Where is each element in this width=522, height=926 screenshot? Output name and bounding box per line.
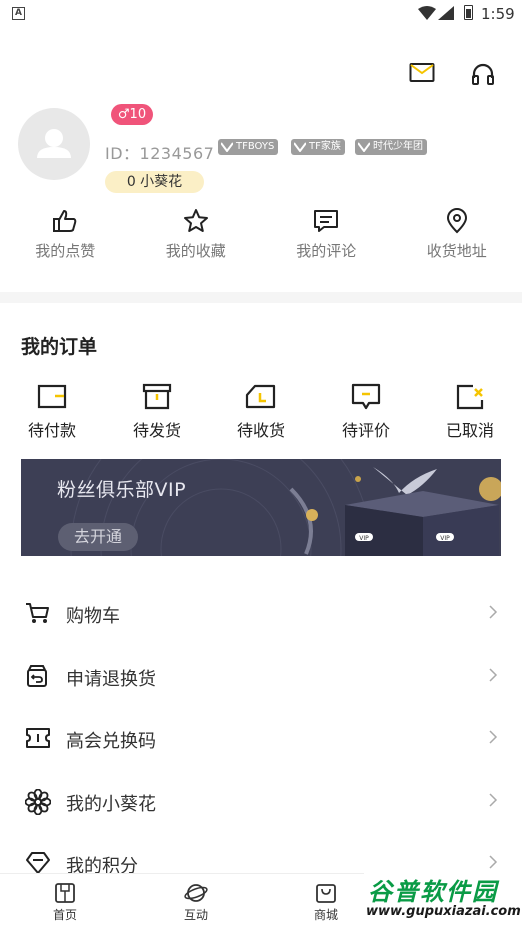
chevron-right-icon — [489, 605, 498, 619]
order-pending-shipment[interactable]: 待发货 — [125, 383, 189, 441]
gender-level-badge: ♂10 — [111, 104, 153, 125]
site-watermark: 谷普软件园 www.gupuxiazai.com — [364, 870, 522, 926]
signal-icon — [438, 6, 454, 20]
vip-club-banner[interactable]: VIP VIP 粉丝俱乐部VIP 去开通 — [21, 459, 501, 556]
menu-item-redeem-code[interactable]: 高会兑换码 — [0, 707, 522, 770]
avatar[interactable] — [18, 108, 90, 180]
message-envelope-icon[interactable] — [409, 62, 435, 84]
quick-label: 我的收藏 — [165, 242, 226, 260]
quick-label: 收货地址 — [426, 242, 487, 260]
review-icon — [351, 383, 381, 410]
nav-label: 商城 — [313, 908, 338, 922]
home-icon — [55, 883, 75, 903]
quick-address[interactable]: 收货地址 — [392, 208, 522, 270]
star-icon — [183, 209, 208, 232]
status-time: 1:59 — [481, 5, 515, 23]
service-menu: 购物车 申请退换货 高会兑换码 我的小葵花 我的积分 — [0, 582, 522, 895]
fan-tag-label: TF家族 — [309, 141, 341, 152]
fan-tag-label: 时代少年团 — [373, 141, 423, 152]
menu-item-sunflower[interactable]: 我的小葵花 — [0, 770, 522, 833]
battery-icon — [464, 5, 473, 20]
quick-comments[interactable]: 我的评论 — [261, 208, 392, 270]
v-badge-icon — [358, 142, 370, 152]
order-status-row: 待付款 待发货 待收货 待评价 已取消 — [0, 383, 522, 443]
box-icon — [142, 383, 172, 410]
nav-interaction[interactable]: 互动 — [166, 882, 226, 923]
vip-banner-title: 粉丝俱乐部VIP — [57, 479, 187, 501]
quick-actions: 我的点赞 我的收藏 我的评论 收货地址 — [0, 208, 522, 270]
order-pending-review[interactable]: 待评价 — [334, 383, 398, 441]
vip-activate-button[interactable]: 去开通 — [58, 523, 138, 551]
order-pending-payment[interactable]: 待付款 — [20, 383, 84, 441]
order-label: 待发货 — [132, 421, 181, 440]
orders-title: 我的订单 — [21, 336, 98, 358]
truck-icon — [245, 384, 276, 409]
nav-label: 首页 — [52, 908, 77, 922]
fan-tag-tfboys: TFBOYS — [218, 139, 279, 155]
menu-label: 申请退换货 — [66, 668, 156, 690]
thumbs-up-icon — [53, 210, 77, 232]
chevron-right-icon — [489, 730, 498, 744]
nav-label: 互动 — [183, 908, 208, 922]
return-icon — [27, 664, 47, 687]
wifi-icon — [418, 6, 436, 20]
cancelled-icon — [456, 384, 484, 410]
fan-tag-label: TFBOYS — [236, 141, 275, 152]
user-id: ID：1234567 — [105, 144, 215, 163]
fan-tag-tnt: 时代少年团 — [355, 139, 427, 155]
wallet-icon — [37, 384, 67, 409]
nav-mall[interactable]: 商城 — [296, 882, 356, 923]
fan-tag-tf-family: TF家族 — [291, 139, 345, 155]
v-badge-icon — [221, 142, 233, 152]
order-label: 已取消 — [445, 421, 494, 440]
quick-likes[interactable]: 我的点赞 — [0, 208, 131, 270]
gift-vip-label: VIP — [359, 535, 369, 542]
status-bar: A 1:59 — [0, 0, 522, 28]
ticket-icon — [26, 728, 50, 748]
quick-label: 我的评论 — [296, 242, 357, 260]
customer-service-headset-icon[interactable] — [471, 62, 495, 86]
watermark-text: 谷普软件园 — [368, 878, 498, 906]
menu-label: 购物车 — [66, 606, 120, 627]
section-divider — [0, 292, 522, 303]
location-pin-icon — [446, 208, 467, 234]
nav-home[interactable]: 首页 — [35, 882, 95, 923]
menu-item-cart[interactable]: 购物车 — [0, 582, 522, 645]
gift-box-image: VIP VIP — [345, 467, 499, 556]
menu-item-returns[interactable]: 申请退换货 — [0, 645, 522, 708]
cart-icon — [26, 603, 49, 623]
v-badge-icon — [294, 142, 306, 152]
menu-label: 我的小葵花 — [66, 793, 156, 815]
quick-favorites[interactable]: 我的收藏 — [131, 208, 262, 270]
order-label: 待收货 — [236, 421, 285, 440]
default-user-icon — [37, 129, 71, 158]
planet-icon — [184, 884, 208, 902]
gift-vip-label: VIP — [440, 535, 450, 542]
comment-icon — [314, 210, 339, 232]
chevron-right-icon — [489, 855, 498, 869]
shopping-bag-icon — [316, 884, 336, 903]
watermark-url: www.gupuxiazai.com — [366, 904, 521, 919]
order-pending-receipt[interactable]: 待收货 — [229, 383, 293, 441]
quick-label: 我的点赞 — [35, 242, 96, 260]
sunflower-count-pill[interactable]: 0 小葵花 — [105, 171, 204, 193]
chevron-right-icon — [489, 667, 498, 682]
diamond-icon — [26, 852, 50, 874]
order-label: 待付款 — [27, 421, 76, 440]
flower-icon — [25, 788, 51, 815]
order-cancelled[interactable]: 已取消 — [438, 383, 502, 441]
menu-label: 高会兑换码 — [66, 731, 156, 752]
notification-a-icon: A — [12, 7, 25, 20]
chevron-right-icon — [489, 792, 498, 807]
order-label: 待评价 — [341, 421, 390, 440]
